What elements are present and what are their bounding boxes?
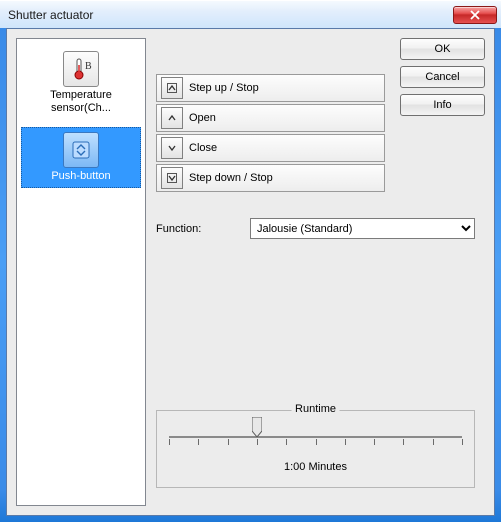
thermometer-icon: B	[63, 51, 99, 87]
close-button[interactable]	[453, 6, 497, 24]
content-area: B Temperature sensor(Ch... Push-button	[16, 38, 485, 506]
info-button[interactable]: Info	[400, 94, 485, 116]
titlebar: Shutter actuator	[0, 0, 501, 28]
action-close[interactable]: Close	[156, 134, 385, 162]
svg-text:B: B	[85, 61, 92, 72]
function-select[interactable]: Jalousie (Standard)	[250, 218, 475, 239]
slider-track	[169, 436, 462, 438]
ok-button[interactable]: OK	[400, 38, 485, 60]
runtime-value: 1:00 Minutes	[169, 461, 462, 473]
function-row: Function: Jalousie (Standard)	[156, 218, 475, 239]
action-label: Close	[187, 142, 384, 154]
slider-thumb[interactable]	[252, 417, 262, 437]
sidebar-item-label: Push-button	[22, 170, 140, 183]
sidebar-item-push-button[interactable]: Push-button	[21, 127, 141, 188]
window-frame: B Temperature sensor(Ch... Push-button	[6, 28, 495, 516]
window-title: Shutter actuator	[8, 8, 453, 22]
action-label: Step up / Stop	[187, 82, 384, 94]
runtime-slider[interactable]	[169, 425, 462, 449]
runtime-legend: Runtime	[291, 403, 340, 415]
cancel-button[interactable]: Cancel	[400, 66, 485, 88]
action-label: Open	[187, 112, 384, 124]
runtime-group: Runtime 1:00 Minutes	[156, 410, 475, 488]
function-label: Function:	[156, 223, 236, 235]
action-step-down-stop[interactable]: Step down / Stop	[156, 164, 385, 192]
chevron-up-boxed-icon	[161, 77, 183, 99]
device-list: B Temperature sensor(Ch... Push-button	[16, 38, 146, 506]
chevron-down-boxed-icon	[161, 167, 183, 189]
sidebar-item-temperature-sensor[interactable]: B Temperature sensor(Ch...	[21, 47, 141, 119]
action-open[interactable]: Open	[156, 104, 385, 132]
action-label: Step down / Stop	[187, 172, 384, 184]
action-step-up-stop[interactable]: Step up / Stop	[156, 74, 385, 102]
action-list: Step up / Stop Open Close	[156, 74, 385, 194]
chevron-up-icon	[161, 107, 183, 129]
dialog-buttons: OK Cancel Info	[400, 38, 485, 116]
chevron-down-icon	[161, 137, 183, 159]
main-panel: OK Cancel Info Step up / Stop Open	[156, 38, 485, 506]
sidebar-item-label: Temperature sensor(Ch...	[21, 89, 141, 115]
push-button-icon	[63, 132, 99, 168]
close-icon	[470, 10, 480, 20]
